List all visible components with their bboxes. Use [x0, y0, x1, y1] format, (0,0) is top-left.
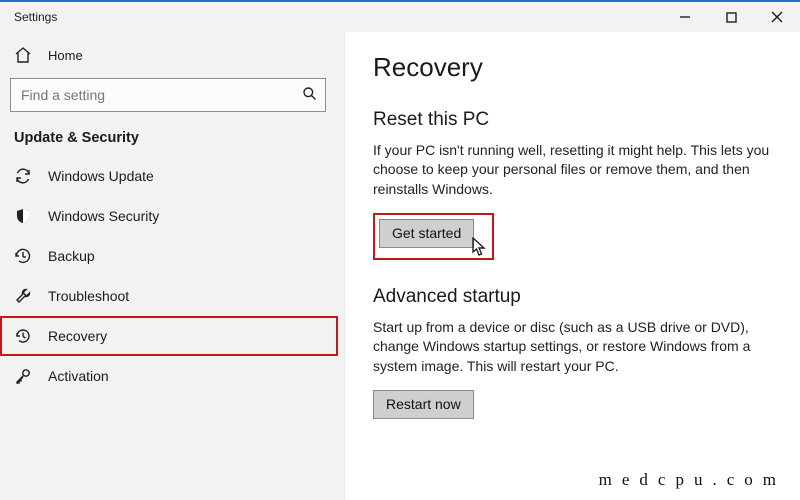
sidebar-item-label: Backup [48, 248, 95, 264]
close-button[interactable] [754, 2, 800, 32]
sidebar-item-recovery[interactable]: Recovery [0, 316, 338, 356]
sidebar-item-windows-update[interactable]: Windows Update [0, 156, 338, 196]
advanced-heading: Advanced startup [373, 286, 790, 308]
page-title: Recovery [373, 52, 790, 83]
sidebar-item-backup[interactable]: Backup [0, 236, 338, 276]
sidebar-nav: Windows Update Windows Security Backup [0, 156, 338, 396]
sidebar-home[interactable]: Home [0, 38, 338, 74]
shield-icon [14, 207, 32, 225]
search-placeholder: Find a setting [21, 87, 302, 103]
search-input[interactable]: Find a setting [10, 78, 326, 112]
key-icon [14, 367, 32, 385]
sidebar-item-label: Windows Update [48, 168, 154, 184]
history-icon [14, 327, 32, 345]
window-title: Settings [14, 10, 57, 24]
search-icon [302, 86, 317, 104]
sidebar-section-header: Update & Security [0, 124, 338, 156]
cursor-icon [472, 237, 488, 260]
window-controls [662, 2, 800, 32]
sidebar-item-activation[interactable]: Activation [0, 356, 338, 396]
backup-icon [14, 247, 32, 265]
get-started-button[interactable]: Get started [379, 219, 474, 248]
sidebar-item-label: Troubleshoot [48, 288, 129, 304]
get-started-highlight: Get started [373, 213, 494, 260]
sidebar-item-troubleshoot[interactable]: Troubleshoot [0, 276, 338, 316]
sidebar-item-label: Activation [48, 368, 109, 384]
wrench-icon [14, 287, 32, 305]
reset-heading: Reset this PC [373, 109, 790, 131]
minimize-button[interactable] [662, 2, 708, 32]
sidebar: Home Find a setting Update & Security Wi… [0, 32, 345, 500]
restart-now-button[interactable]: Restart now [373, 390, 474, 419]
sidebar-item-windows-security[interactable]: Windows Security [0, 196, 338, 236]
sidebar-item-label: Recovery [48, 328, 107, 344]
watermark: medcpu.com [599, 470, 786, 490]
content-pane: Recovery Reset this PC If your PC isn't … [345, 32, 800, 500]
home-icon [14, 46, 32, 64]
sync-icon [14, 167, 32, 185]
maximize-button[interactable] [708, 2, 754, 32]
advanced-body: Start up from a device or disc (such as … [373, 318, 790, 376]
titlebar: Settings [0, 2, 800, 32]
reset-body: If your PC isn't running well, resetting… [373, 141, 790, 199]
sidebar-home-label: Home [48, 48, 83, 63]
sidebar-item-label: Windows Security [48, 208, 159, 224]
